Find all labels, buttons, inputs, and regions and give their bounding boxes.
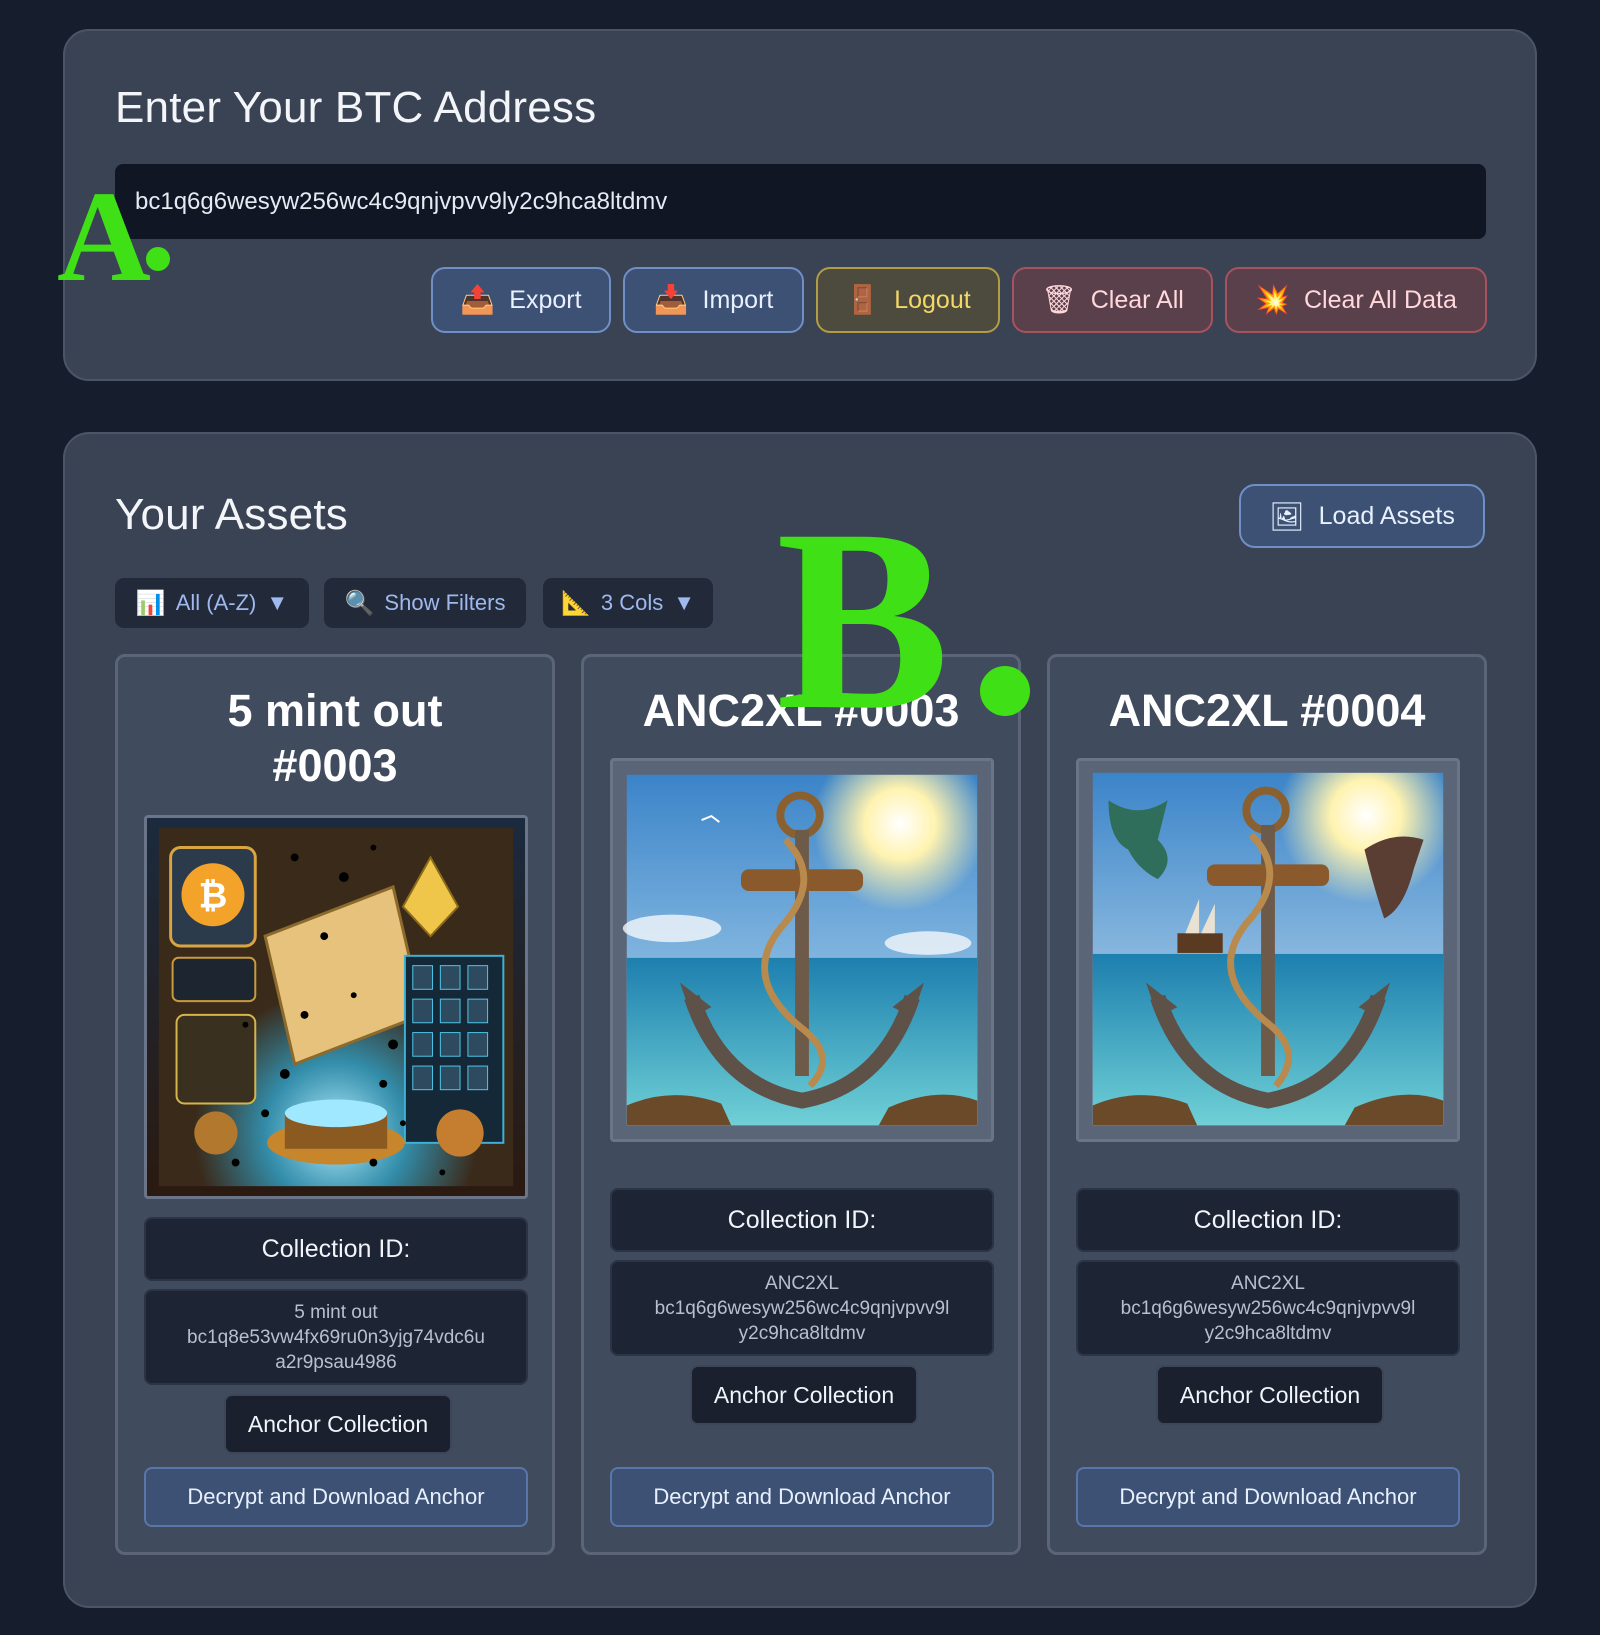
- export-button-label: Export: [509, 285, 582, 314]
- crypto-collage-image: ₿: [147, 818, 525, 1196]
- clear-all-button-label: Clear All: [1090, 285, 1184, 314]
- collection-id-label: Collection ID:: [610, 1188, 994, 1252]
- asset-image[interactable]: [610, 758, 994, 1142]
- inbox-tray-icon: 📥: [653, 284, 689, 315]
- collection-address-part2: y2c9hca8ltdmv: [738, 1322, 866, 1344]
- asset-card-title-line1: 5 mint out: [227, 685, 443, 736]
- annotation-letter-a: A: [57, 165, 151, 309]
- decrypt-download-button[interactable]: Decrypt and Download Anchor: [610, 1467, 994, 1527]
- logout-button-label: Logout: [894, 285, 971, 314]
- chevron-down-icon: ▼: [673, 590, 696, 615]
- chevron-down-icon: ▼: [266, 590, 289, 615]
- collection-id-value: ANC2XL bc1q6g6wesyw256wc4c9qnjvpvv9l y2c…: [1076, 1260, 1460, 1356]
- wastebasket-icon: 🗑: [1041, 284, 1077, 315]
- outbox-tray-icon: 📤: [460, 284, 496, 315]
- collection-name: 5 mint out: [294, 1301, 378, 1323]
- asset-card: 5 mint out #0003 ₿ Collection ID: 5 mint…: [115, 654, 555, 1555]
- svg-text:₿: ₿: [199, 876, 228, 916]
- anchor-dragons-image: [1092, 772, 1444, 1126]
- asset-image[interactable]: ₿: [144, 815, 528, 1199]
- logout-button[interactable]: 🚪 Logout: [816, 267, 1000, 333]
- asset-card-title: ANC2XL #0004: [1108, 685, 1426, 736]
- collection-address-part1: bc1q8e53vw4fx69ru0n3yjg74vdc6u: [187, 1326, 485, 1348]
- collection-address-part2: a2r9psau4986: [275, 1351, 397, 1373]
- show-filters-label: Show Filters: [384, 590, 506, 615]
- clear-all-data-button-label: Clear All Data: [1304, 285, 1457, 314]
- export-button[interactable]: 📤 Export: [431, 267, 611, 333]
- triangle-ruler-icon: 📐: [560, 589, 591, 617]
- assets-panel-title: Your Assets: [115, 490, 348, 539]
- clear-all-data-button[interactable]: 💥 Clear All Data: [1225, 267, 1487, 333]
- anchor-seascape-image: [622, 774, 978, 1126]
- asset-card: ANC2XL #0004 Collection ID: ANC2XL bc1q6…: [1047, 654, 1487, 1555]
- door-icon: 🚪: [845, 284, 881, 315]
- collection-address-part1: bc1q6g6wesyw256wc4c9qnjvpvv9l: [654, 1297, 950, 1319]
- anchor-collection-button[interactable]: Anchor Collection: [1156, 1365, 1384, 1425]
- load-assets-button[interactable]: 🖼 Load Assets: [1239, 484, 1485, 548]
- collection-id-value: ANC2XL bc1q6g6wesyw256wc4c9qnjvpvv9l y2c…: [610, 1260, 994, 1356]
- columns-dropdown[interactable]: 📐 3 Cols ▼: [543, 578, 713, 628]
- collection-id-value: 5 mint out bc1q8e53vw4fx69ru0n3yjg74vdc6…: [144, 1289, 528, 1385]
- address-panel-title: Enter Your BTC Address: [115, 83, 597, 132]
- address-panel: Enter Your BTC Address 📤 Export 📥 Import…: [63, 29, 1537, 381]
- columns-dropdown-label: 3 Cols: [600, 590, 664, 615]
- asset-card: ANC2XL #0003 Collection ID: ANC2XL bc1q6…: [581, 654, 1021, 1555]
- anchor-collection-button[interactable]: Anchor Collection: [690, 1365, 918, 1425]
- collection-address-part1: bc1q6g6wesyw256wc4c9qnjvpvv9l: [1120, 1297, 1416, 1319]
- asset-card-title-line2: #0003: [272, 740, 398, 791]
- address-action-buttons: 📤 Export 📥 Import 🚪 Logout 🗑 Clear All 💥…: [65, 267, 1535, 333]
- import-button[interactable]: 📥 Import: [623, 267, 804, 333]
- collection-name: ANC2XL: [765, 1272, 839, 1294]
- sort-dropdown-label: All (A-Z): [175, 590, 257, 615]
- annotation-dot-b: [980, 666, 1030, 716]
- load-assets-label: Load Assets: [1318, 501, 1455, 530]
- clear-all-button[interactable]: 🗑 Clear All: [1012, 267, 1213, 333]
- import-button-label: Import: [702, 285, 774, 314]
- asset-image[interactable]: [1076, 758, 1460, 1142]
- magnifier-icon: 🔍: [344, 589, 375, 617]
- collection-id-label: Collection ID:: [144, 1217, 528, 1281]
- collection-id-label: Collection ID:: [1076, 1188, 1460, 1252]
- collision-icon: 💥: [1255, 284, 1290, 315]
- decrypt-download-button[interactable]: Decrypt and Download Anchor: [1076, 1467, 1460, 1527]
- show-filters-button[interactable]: 🔍 Show Filters: [324, 578, 526, 628]
- btc-address-input[interactable]: [115, 164, 1486, 239]
- sort-dropdown[interactable]: 📊 All (A-Z) ▼: [115, 578, 309, 628]
- decrypt-download-button[interactable]: Decrypt and Download Anchor: [144, 1467, 528, 1527]
- framed-picture-icon: 🖼: [1269, 500, 1305, 532]
- annotation-letter-b: B: [776, 476, 950, 764]
- annotation-dot-a: [146, 247, 170, 271]
- collection-name: ANC2XL: [1231, 1272, 1305, 1294]
- anchor-collection-button[interactable]: Anchor Collection: [224, 1394, 452, 1454]
- bar-chart-icon: 📊: [135, 589, 166, 617]
- collection-address-part2: y2c9hca8ltdmv: [1204, 1322, 1332, 1344]
